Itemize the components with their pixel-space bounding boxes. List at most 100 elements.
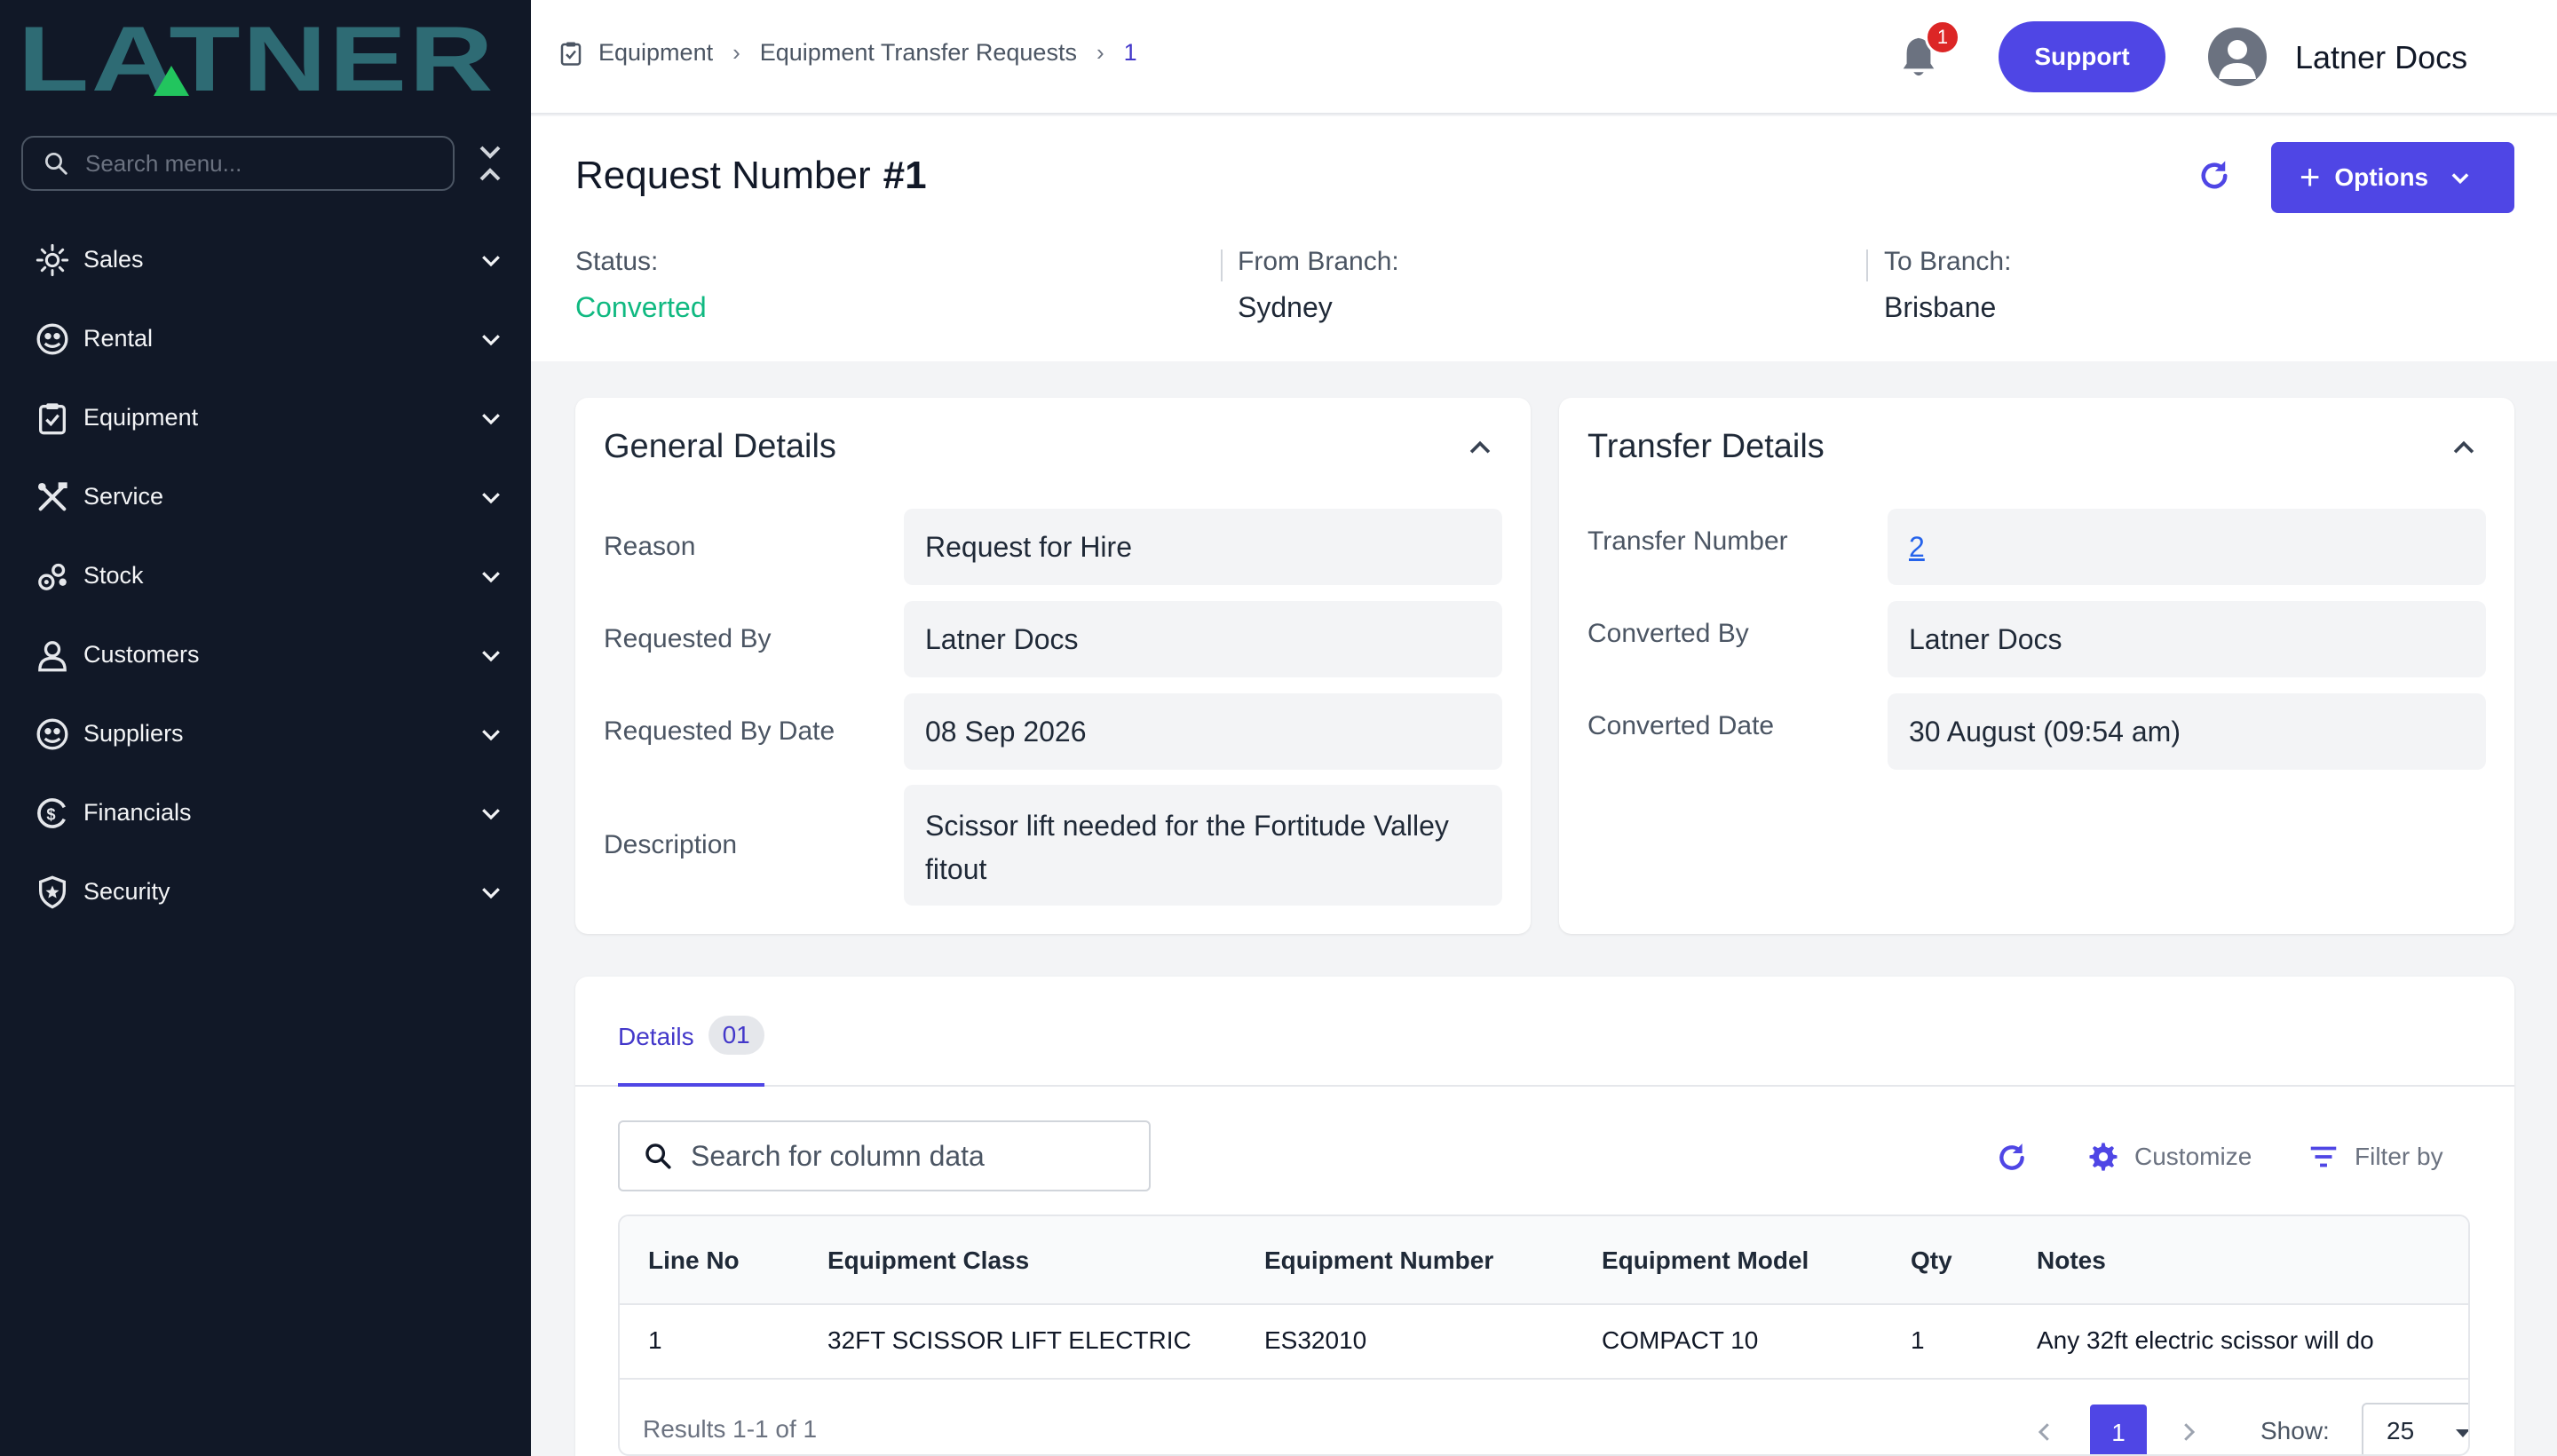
svg-text:$: $ xyxy=(46,804,55,823)
breadcrumb-equipment[interactable]: Equipment xyxy=(598,39,713,67)
avatar[interactable] xyxy=(2208,28,2267,86)
sidebar-item-security[interactable]: Security xyxy=(0,852,531,931)
chevron-up-icon[interactable] xyxy=(1465,433,1495,463)
tab-details[interactable]: Details 01 xyxy=(618,1010,764,1087)
sidebar-item-suppliers[interactable]: Suppliers xyxy=(0,694,531,773)
latner-logo[interactable]: LATNER xyxy=(18,20,497,98)
table-search[interactable] xyxy=(618,1120,1151,1191)
user-name[interactable]: Latner Docs xyxy=(2295,39,2467,76)
page-title: Request Number #1 xyxy=(575,154,927,198)
transfer-details-card: Transfer Details Transfer Number 2 Conve… xyxy=(1559,398,2514,934)
to-branch-label: To Branch: xyxy=(1884,247,2012,276)
customers-icon xyxy=(34,637,71,674)
field-label: Transfer Number xyxy=(1587,526,1788,556)
svg-text:LATNER: LATNER xyxy=(18,20,495,98)
converted-date-value: 30 August (09:54 am) xyxy=(1888,693,2486,770)
table-cell: Any 32ft electric scissor will do xyxy=(2037,1326,2374,1354)
field-label: Requested By Date xyxy=(604,716,835,746)
table-cell: ES32010 xyxy=(1264,1326,1367,1354)
column-header[interactable]: Equipment Number xyxy=(1264,1246,1493,1275)
sidebar-search-input[interactable] xyxy=(85,149,423,178)
tab-bar: Details 01 xyxy=(575,977,2514,1087)
sidebar-item-label: Sales xyxy=(83,246,144,273)
requested-by-date-value: 08 Sep 2026 xyxy=(904,693,1502,770)
chevron-down-icon xyxy=(482,256,500,267)
gear-icon xyxy=(2089,1143,2118,1171)
column-header[interactable]: Equipment Model xyxy=(1602,1246,1809,1275)
financials-icon: $ xyxy=(34,795,71,832)
table-search-input[interactable] xyxy=(691,1139,1135,1173)
user-icon xyxy=(2219,40,2256,79)
field-label: Description xyxy=(604,830,738,859)
card-title: General Details xyxy=(604,428,836,465)
field-label: Converted Date xyxy=(1587,711,1775,740)
notification-badge: 1 xyxy=(1925,20,1960,55)
column-header[interactable]: Qty xyxy=(1911,1246,1952,1275)
shield-icon xyxy=(34,874,71,911)
breadcrumb-transfer-requests[interactable]: Equipment Transfer Requests xyxy=(760,39,1077,67)
chevron-down-icon xyxy=(482,493,500,504)
converted-by-value: Latner Docs xyxy=(1888,601,2486,677)
request-header: Request Number #1 + Options Status: Conve… xyxy=(531,116,2557,361)
status-label: Status: xyxy=(575,247,659,276)
sidebar-item-label: Financials xyxy=(83,799,192,826)
sidebar-item-sales[interactable]: Sales xyxy=(0,220,531,299)
chevron-right-icon[interactable] xyxy=(2175,1419,2202,1445)
sidebar-item-label: Stock xyxy=(83,562,144,589)
column-header[interactable]: Notes xyxy=(2037,1246,2106,1275)
column-header[interactable]: Line No xyxy=(648,1246,740,1275)
field-label: Converted By xyxy=(1587,619,1749,648)
refresh-icon[interactable] xyxy=(1994,1140,2030,1175)
refresh-icon[interactable] xyxy=(2196,157,2233,194)
sidebar-item-label: Customers xyxy=(83,641,200,668)
search-icon xyxy=(645,1143,671,1169)
reason-value: Request for Hire xyxy=(904,509,1502,585)
sidebar-item-label: Suppliers xyxy=(83,720,184,747)
table-cell: 1 xyxy=(648,1326,662,1354)
sidebar-item-service[interactable]: Service xyxy=(0,457,531,536)
details-table: Line No Equipment Class Equipment Number… xyxy=(618,1215,2470,1456)
breadcrumb-current: 1 xyxy=(1123,39,1137,66)
customize-button[interactable]: Customize xyxy=(2086,1140,2252,1174)
options-button[interactable]: + Options xyxy=(2271,142,2514,213)
sales-icon xyxy=(34,241,71,279)
sidebar-item-equipment[interactable]: Equipment xyxy=(0,378,531,457)
sidebar-item-financials[interactable]: $ Financials xyxy=(0,773,531,852)
chevron-down-icon xyxy=(482,809,500,820)
page-size-value: 25 xyxy=(2387,1417,2415,1444)
sidebar-item-rental[interactable]: Rental xyxy=(0,299,531,378)
suppliers-icon xyxy=(34,716,71,753)
service-icon xyxy=(34,479,71,516)
collapse-sidebar-icon[interactable] xyxy=(476,142,504,185)
support-button[interactable]: Support xyxy=(1999,21,2165,92)
tab-label: Details xyxy=(618,1023,694,1050)
filter-label: Filter by xyxy=(2355,1143,2443,1170)
chevron-down-icon xyxy=(482,888,500,899)
filter-icon xyxy=(2310,1146,2337,1167)
page-size-select[interactable]: 25 xyxy=(2362,1403,2468,1454)
filter-button[interactable]: Filter by xyxy=(2307,1140,2443,1174)
customize-label: Customize xyxy=(2134,1143,2252,1170)
sidebar-search[interactable] xyxy=(21,136,455,191)
top-bar: Equipment › Equipment Transfer Requests … xyxy=(531,0,2557,115)
table-cell: 1 xyxy=(1911,1326,1925,1354)
field-label: Requested By xyxy=(604,624,772,653)
page-number-current[interactable]: 1 xyxy=(2090,1405,2147,1454)
details-table-card: Details 01 Customize Filter by Line No E… xyxy=(575,977,2514,1456)
general-details-card: General Details Reason Request for Hire … xyxy=(575,398,1531,934)
divider xyxy=(1221,249,1223,281)
requested-by-value: Latner Docs xyxy=(904,601,1502,677)
chevron-down-icon xyxy=(482,572,500,583)
column-header[interactable]: Equipment Class xyxy=(827,1246,1029,1275)
chevron-down-icon xyxy=(482,335,500,346)
sidebar-item-stock[interactable]: Stock xyxy=(0,536,531,615)
card-title: Transfer Details xyxy=(1587,428,1825,465)
transfer-number-link[interactable]: 2 xyxy=(1909,531,1925,564)
breadcrumb-separator: › xyxy=(732,39,740,66)
breadcrumb: Equipment › Equipment Transfer Requests … xyxy=(558,39,1137,67)
sidebar-item-customers[interactable]: Customers xyxy=(0,615,531,694)
chevron-left-icon[interactable] xyxy=(2031,1419,2058,1445)
chevron-down-icon xyxy=(482,730,500,741)
table-row[interactable]: 1 32FT SCISSOR LIFT ELECTRIC ES32010 COM… xyxy=(620,1305,2468,1380)
chevron-up-icon[interactable] xyxy=(2449,433,2479,463)
